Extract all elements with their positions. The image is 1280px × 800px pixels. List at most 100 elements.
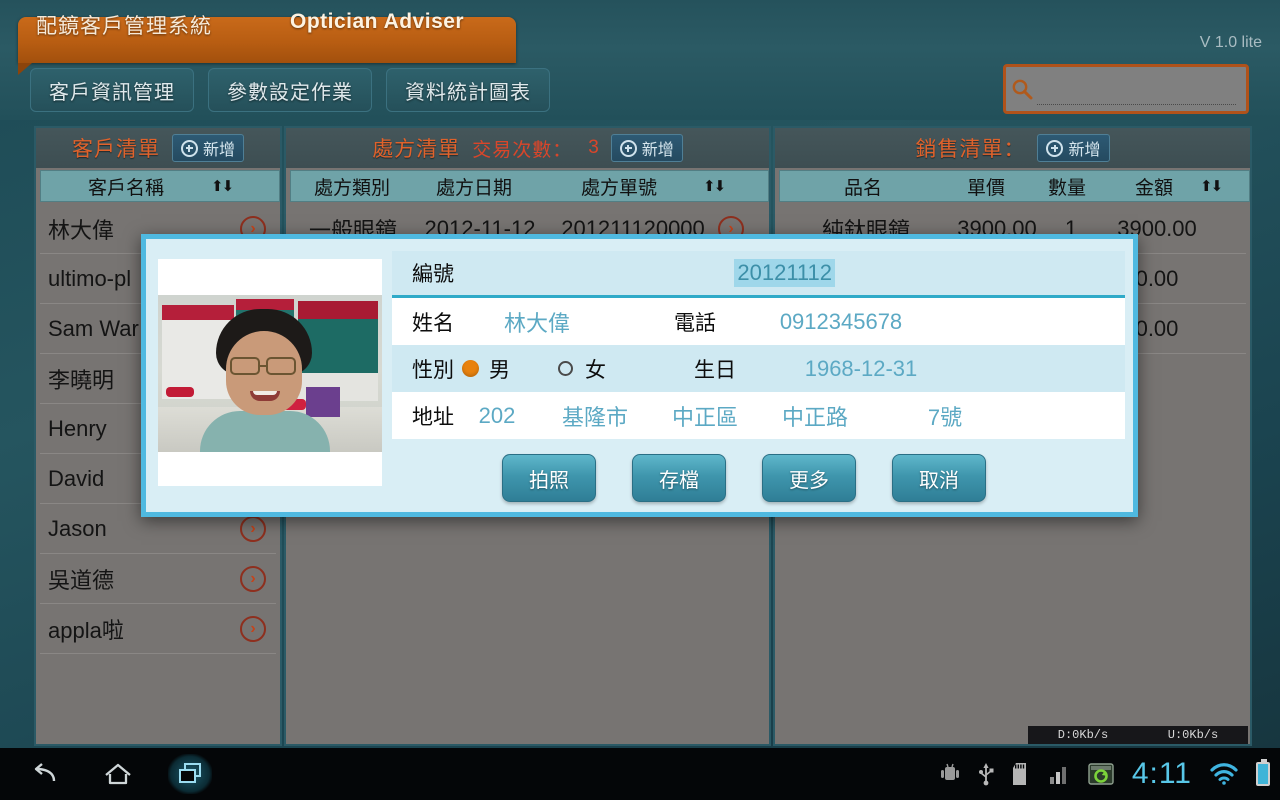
transaction-count-label: 交易次數： — [472, 139, 573, 161]
dialog-fields: 編號 20121112 姓名 林大偉 電話 0912345678 性別 男 女 … — [392, 251, 1125, 439]
tab-statistics-charts[interactable]: 資料統計圖表 — [386, 68, 550, 112]
customer-photo-image — [158, 295, 382, 452]
take-photo-button[interactable]: 拍照 — [502, 454, 596, 502]
add-customer-button[interactable]: 新增 — [171, 134, 244, 162]
address-zip[interactable]: 202 — [454, 403, 540, 429]
signal-icon — [1048, 763, 1070, 785]
prescription-panel-header: 處方清單 交易次數： 3 新增 — [286, 128, 769, 168]
app-title-cn: 配鏡客戶管理系統 — [36, 15, 212, 38]
customer-name: ultimo-pl — [48, 265, 132, 291]
customer-name: appla啦 — [48, 617, 124, 643]
save-button[interactable]: 存檔 — [632, 454, 726, 502]
nav-buttons — [0, 754, 212, 794]
column-prescription-date: 處方日期 — [435, 177, 512, 199]
field-row-address: 地址 202 基隆市 中正區 中正路 7號 — [392, 392, 1125, 439]
chevron-right-icon[interactable]: › — [240, 515, 266, 542]
tab-customer-info[interactable]: 客戶資訊管理 — [30, 68, 194, 112]
customer-name: Sam War — [48, 315, 139, 341]
column-amount: 金額 — [1134, 177, 1173, 199]
customer-name: David — [48, 465, 105, 491]
chevron-right-icon[interactable]: › — [240, 615, 266, 642]
add-prescription-label: 新增 — [641, 142, 674, 159]
add-customer-label: 新增 — [202, 142, 235, 159]
field-row-gender-birthday: 性別 男 女 生日 1968-12-31 — [392, 345, 1125, 392]
address-city[interactable]: 基隆市 — [540, 400, 650, 432]
column-unit-price: 單價 — [966, 177, 1005, 199]
gender-male-label: 男 — [489, 358, 510, 382]
column-customer-name: 客戶名稱 — [87, 177, 164, 199]
address-road[interactable]: 中正路 — [760, 400, 870, 432]
customer-photo[interactable] — [158, 259, 382, 486]
field-row-id: 編號 20121112 — [392, 251, 1125, 298]
customer-name: Henry — [48, 415, 107, 441]
prescription-column-header[interactable]: 處方類別 處方日期 處方單號 ⬆⬇ — [290, 170, 769, 202]
sales-column-header[interactable]: 品名 單價 數量 金額 ⬆⬇ — [779, 170, 1250, 202]
search-input[interactable] — [1037, 73, 1236, 105]
search-box[interactable] — [1003, 64, 1249, 114]
customer-panel-header: 客戶清單 新增 — [36, 128, 280, 168]
sort-updown-icon[interactable]: ⬆⬇ — [703, 177, 726, 195]
customer-name: 李曉明 — [48, 367, 115, 393]
add-prescription-button[interactable]: 新增 — [610, 134, 683, 162]
top-bar: 配鏡客戶管理系統 Optician Adviser V 1.0 lite 客戶資… — [0, 0, 1280, 120]
gender-female-radio[interactable] — [558, 361, 573, 376]
birthday-label: 生日 — [694, 358, 736, 382]
column-quantity: 數量 — [1047, 177, 1086, 199]
column-prescription-type: 處方類別 — [313, 177, 390, 199]
customer-column-header[interactable]: 客戶名稱 ⬆⬇ — [40, 170, 280, 202]
prescription-panel-title: 處方清單 — [372, 138, 461, 161]
name-label: 姓名 — [412, 311, 454, 335]
plus-circle-icon — [1046, 139, 1064, 157]
address-no[interactable]: 7號 — [870, 400, 1020, 432]
phone-value[interactable]: 0912345678 — [716, 309, 966, 335]
id-value[interactable]: 20121112 — [734, 259, 835, 287]
address-district[interactable]: 中正區 — [650, 400, 760, 432]
birthday-value[interactable]: 1968-12-31 — [736, 356, 986, 382]
chevron-right-icon[interactable]: › — [240, 565, 266, 592]
sales-panel-title: 銷售清單： — [915, 138, 1026, 161]
tab-parameter-settings[interactable]: 參數設定作業 — [208, 68, 372, 112]
table-row[interactable]: 吳道德 › — [40, 554, 276, 604]
back-icon[interactable] — [24, 754, 68, 794]
name-value[interactable]: 林大偉 — [454, 306, 620, 338]
more-button[interactable]: 更多 — [762, 454, 856, 502]
clock: 4:11 — [1131, 757, 1192, 790]
sort-updown-icon[interactable]: ⬆⬇ — [211, 177, 234, 195]
network-speed-indicator: D:0Kb/s U:0Kb/s — [1028, 726, 1248, 744]
cancel-button[interactable]: 取消 — [892, 454, 986, 502]
gender-female-label: 女 — [585, 358, 606, 382]
column-item-name: 品名 — [843, 177, 882, 199]
search-icon — [1006, 78, 1037, 100]
sync-icon — [1088, 762, 1114, 786]
column-prescription-no: 處方單號 — [580, 177, 657, 199]
app-title-en: Optician Adviser — [290, 10, 465, 33]
sales-panel-header: 銷售清單： 新增 — [775, 128, 1250, 168]
home-icon[interactable] — [96, 754, 140, 794]
add-sale-button[interactable]: 新增 — [1037, 134, 1110, 162]
plus-circle-icon — [180, 139, 198, 157]
dialog-buttons: 拍照 存檔 更多 取消 — [392, 454, 1125, 502]
customer-panel-title: 客戶清單 — [71, 138, 160, 161]
upload-speed: U:0Kb/s — [1167, 728, 1219, 742]
gender-male-radio[interactable] — [462, 360, 479, 377]
plus-circle-icon — [619, 139, 637, 157]
sdcard-icon — [1012, 762, 1030, 786]
address-label: 地址 — [412, 405, 454, 429]
app-version: V 1.0 lite — [1199, 34, 1262, 51]
table-row[interactable]: appla啦 › — [40, 604, 276, 654]
transaction-count-value: 3 — [588, 137, 599, 158]
status-icons: 4:11 — [940, 757, 1270, 791]
gender-label: 性別 — [412, 358, 454, 382]
android-navigation-bar: 4:11 — [0, 748, 1280, 800]
usb-icon — [978, 762, 994, 786]
customer-name: Jason — [48, 515, 107, 541]
sort-updown-icon[interactable]: ⬆⬇ — [1200, 177, 1223, 195]
field-row-name-phone: 姓名 林大偉 電話 0912345678 — [392, 298, 1125, 345]
battery-icon — [1256, 759, 1270, 786]
id-label: 編號 — [412, 263, 454, 286]
phone-label: 電話 — [674, 311, 716, 335]
app-window: 配鏡客戶管理系統 Optician Adviser V 1.0 lite 客戶資… — [0, 0, 1280, 800]
download-speed: D:0Kb/s — [1057, 728, 1109, 742]
recent-apps-icon[interactable] — [168, 754, 212, 794]
add-sale-label: 新增 — [1068, 142, 1101, 159]
